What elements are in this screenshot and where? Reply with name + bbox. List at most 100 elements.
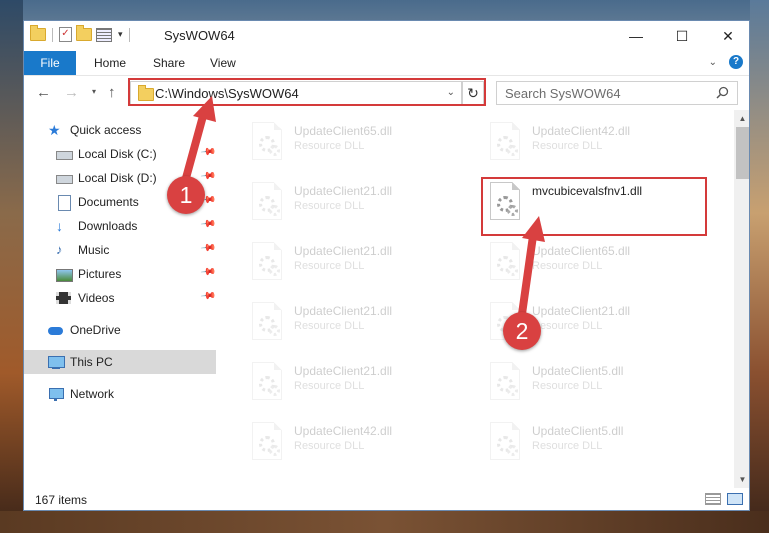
navigation-pane: ★ Quick access Local Disk (C:) 📌 Local D…	[24, 110, 217, 488]
close-button[interactable]: ✕	[705, 21, 749, 51]
file-highlight-box	[481, 177, 707, 236]
nav-item-label: Music	[78, 243, 110, 257]
network-icon	[48, 387, 64, 401]
file-name: UpdateClient21.dll	[294, 244, 393, 258]
scroll-up-icon[interactable]: ▲	[734, 110, 749, 127]
file-name: UpdateClient42.dll	[294, 424, 393, 438]
file-type: Resource DLL	[294, 380, 365, 392]
file-item[interactable]: UpdateClient21.dll Resource DLL	[244, 298, 464, 348]
drive-icon	[56, 171, 73, 185]
folder-icon	[30, 25, 46, 41]
quick-access-toolbar: ✓ ▾	[30, 25, 132, 42]
file-item[interactable]: UpdateClient5.dll Resource DLL	[482, 418, 702, 468]
desktop-wallpaper-bottom	[0, 511, 769, 533]
pictures-icon	[56, 267, 73, 282]
navigation-bar: ← → ▾ ↑ C:\Windows\SysWOW64 ⌄ ↻ Search S…	[24, 75, 749, 110]
file-item[interactable]: UpdateClient42.dll Resource DLL	[244, 418, 464, 468]
file-name: UpdateClient65.dll	[532, 244, 631, 258]
nav-item-this-pc[interactable]: This PC	[24, 350, 216, 374]
toolbar-separator	[128, 27, 130, 42]
minimize-button[interactable]: —	[613, 21, 659, 51]
dll-file-icon	[490, 122, 520, 160]
star-icon: ★	[48, 122, 61, 138]
file-type: Resource DLL	[294, 260, 365, 272]
nav-item-network[interactable]: Network	[24, 382, 240, 406]
file-name: UpdateClient21.dll	[294, 184, 393, 198]
vertical-scrollbar[interactable]: ▲ ▼	[734, 110, 749, 488]
help-button[interactable]: ?	[729, 55, 743, 69]
nav-item-label: OneDrive	[70, 323, 121, 337]
chevron-down-icon[interactable]: ▾	[118, 29, 123, 40]
recent-locations-chevron-icon[interactable]: ▾	[92, 87, 96, 96]
file-name: UpdateClient21.dll	[294, 364, 393, 378]
properties-check-icon[interactable]: ✓	[59, 27, 72, 42]
file-item[interactable]: UpdateClient21.dll Resource DLL	[244, 238, 464, 288]
address-highlight-box	[128, 78, 486, 106]
file-item[interactable]: UpdateClient65.dll Resource DLL	[482, 238, 702, 288]
scroll-down-icon[interactable]: ▼	[734, 471, 749, 488]
back-arrow-icon[interactable]: ←	[36, 84, 51, 101]
nav-item-label: Local Disk (D:)	[78, 171, 157, 185]
file-item[interactable]: UpdateClient65.dll Resource DLL	[244, 118, 464, 168]
search-icon[interactable]	[716, 86, 729, 99]
tab-file[interactable]: File	[24, 51, 76, 75]
nav-item-label: Quick access	[70, 123, 142, 137]
nav-item-quick-access[interactable]: ★ Quick access	[24, 118, 240, 142]
file-item[interactable]: UpdateClient21.dll Resource DLL	[244, 178, 464, 228]
forward-arrow-icon[interactable]: →	[64, 84, 79, 101]
file-item[interactable]: UpdateClient21.dll Resource DLL	[244, 358, 464, 408]
file-name: UpdateClient5.dll	[532, 364, 624, 378]
file-type: Resource DLL	[532, 320, 603, 332]
documents-icon	[56, 195, 72, 211]
large-icons-view-icon[interactable]	[727, 493, 743, 505]
nav-item-label: Videos	[78, 291, 115, 305]
nav-item-label: This PC	[70, 355, 113, 369]
file-name: UpdateClient42.dll	[532, 124, 631, 138]
dll-file-icon	[490, 362, 520, 400]
file-name: UpdateClient5.dll	[532, 424, 624, 438]
file-type: Resource DLL	[294, 320, 365, 332]
dll-file-icon	[490, 242, 520, 280]
expand-ribbon-icon[interactable]: ⌄	[709, 57, 717, 68]
cloud-icon	[48, 323, 64, 337]
dll-file-icon	[252, 362, 282, 400]
search-input[interactable]: Search SysWOW64	[496, 81, 738, 105]
nav-item-label: Downloads	[78, 219, 138, 233]
file-type: Resource DLL	[294, 140, 365, 152]
window-title: SysWOW64	[164, 28, 235, 43]
search-placeholder: Search SysWOW64	[505, 86, 621, 101]
file-type: Resource DLL	[294, 440, 365, 452]
new-folder-icon[interactable]	[76, 25, 92, 41]
file-type: Resource DLL	[532, 440, 603, 452]
step-marker-2: 2	[503, 312, 541, 350]
videos-icon	[56, 291, 72, 305]
file-explorer-window: ✓ ▾ SysWOW64 — ☐ ✕ File Home Share View …	[23, 20, 750, 511]
nav-item-label: Documents	[78, 195, 139, 209]
file-item[interactable]: UpdateClient5.dll Resource DLL	[482, 358, 702, 408]
nav-item-onedrive[interactable]: OneDrive	[24, 318, 240, 342]
properties-icon[interactable]	[96, 27, 112, 42]
file-item[interactable]: UpdateClient42.dll Resource DLL	[482, 118, 702, 168]
desktop-wallpaper-left	[0, 0, 23, 533]
file-name: UpdateClient65.dll	[294, 124, 393, 138]
desktop-wallpaper-right	[750, 0, 769, 533]
toolbar-separator	[52, 27, 53, 42]
tab-share[interactable]: Share	[153, 56, 185, 70]
dll-file-icon	[252, 122, 282, 160]
dll-file-icon	[252, 242, 282, 280]
music-icon: ♪	[56, 242, 63, 257]
maximize-button[interactable]: ☐	[659, 21, 705, 51]
ribbon-tabs: File Home Share View ⌄ ?	[24, 51, 749, 75]
tab-view[interactable]: View	[210, 56, 236, 70]
title-bar: ✓ ▾ SysWOW64 — ☐ ✕	[24, 21, 749, 51]
up-arrow-icon[interactable]: ↑	[108, 84, 116, 101]
tab-home[interactable]: Home	[94, 56, 126, 70]
file-name: UpdateClient21.dll	[294, 304, 393, 318]
computer-icon	[48, 355, 65, 369]
file-type: Resource DLL	[532, 260, 603, 272]
dll-file-icon	[252, 422, 282, 460]
details-view-icon[interactable]	[705, 493, 721, 505]
scrollbar-thumb[interactable]	[736, 127, 749, 179]
drive-icon	[56, 147, 73, 161]
file-type: Resource DLL	[294, 200, 365, 212]
